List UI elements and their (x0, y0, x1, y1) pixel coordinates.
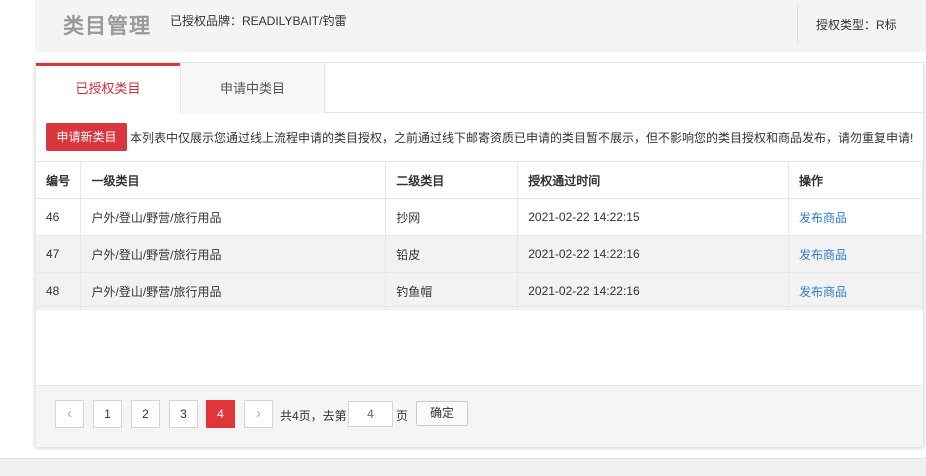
pagination: ‹ 1 2 3 4 › 共4页，去第 页 确定 (36, 385, 923, 447)
table-row: 47 户外/登山/野营/旅行用品 铅皮 2021-02-22 14:22:16 … (36, 235, 923, 273)
table-row: 46 户外/登山/野营/旅行用品 抄网 2021-02-22 14:22:15 … (36, 198, 923, 236)
cell-time: 2021-02-22 14:22:16 (517, 235, 790, 273)
cell-level2: 抄网 (385, 198, 519, 236)
tab-bar: 已授权类目 申请中类目 (36, 63, 923, 114)
tab-pending-categories[interactable]: 申请中类目 (180, 63, 325, 113)
prev-page-button[interactable]: ‹ (55, 400, 84, 428)
tab-authorized-categories[interactable]: 已授权类目 (36, 63, 180, 114)
publish-product-link[interactable]: 发布商品 (788, 198, 923, 236)
publish-product-link[interactable]: 发布商品 (788, 272, 923, 310)
cell-level1: 户外/登山/野营/旅行用品 (80, 235, 387, 273)
page-4-button[interactable]: 4 (206, 400, 235, 428)
header-divider (797, 6, 798, 42)
page-3-button[interactable]: 3 (169, 400, 198, 428)
cell-level1: 户外/登山/野营/旅行用品 (80, 198, 387, 236)
cell-time: 2021-02-22 14:22:15 (517, 198, 790, 236)
cell-level2: 铅皮 (385, 235, 519, 273)
bottom-strip (0, 458, 926, 476)
category-table: 编号 一级类目 二级类目 授权通过时间 操作 46 户外/登山/野营/旅行用品 … (36, 161, 923, 310)
authorization-type: 授权类型：R标 (816, 18, 897, 32)
column-header-level2: 二级类目 (385, 161, 519, 199)
column-header-time: 授权通过时间 (517, 161, 790, 199)
cell-id: 46 (36, 198, 82, 236)
total-pages-text: 共4页，去第 (280, 409, 347, 423)
cell-time: 2021-02-22 14:22:16 (517, 272, 790, 310)
page-suffix-text: 页 (396, 409, 409, 423)
page-2-button[interactable]: 2 (131, 400, 160, 428)
next-page-button[interactable]: › (244, 400, 273, 428)
apply-new-category-button[interactable]: 申请新类目 (46, 123, 127, 151)
page-1-button[interactable]: 1 (93, 400, 122, 428)
authorized-brand: 已授权品牌：READILYBAIT/钓雷 (170, 14, 347, 28)
table-empty-area (36, 306, 923, 385)
column-header-action: 操作 (788, 161, 923, 199)
notice-text: 本列表中仅展示您通过线上流程申请的类目授权，之前通过线下邮寄资质已申请的类目暂不… (130, 131, 914, 145)
cell-level1: 户外/登山/野营/旅行用品 (80, 272, 387, 310)
category-card: 已授权类目 申请中类目 申请新类目 本列表中仅展示您通过线上流程申请的类目授权，… (35, 62, 924, 447)
cell-id: 48 (36, 272, 82, 310)
page-title: 类目管理 (63, 14, 151, 38)
goto-page-input[interactable] (348, 401, 393, 427)
confirm-goto-button[interactable]: 确定 (416, 401, 468, 426)
cell-id: 47 (36, 235, 82, 273)
column-header-level1: 一级类目 (80, 161, 387, 199)
table-row: 48 户外/登山/野营/旅行用品 钓鱼帽 2021-02-22 14:22:16… (36, 272, 923, 310)
cell-level2: 钓鱼帽 (385, 272, 519, 310)
column-header-id: 编号 (36, 161, 82, 199)
page-header: 类目管理 已授权品牌：READILYBAIT/钓雷 授权类型：R标 (35, 0, 926, 52)
publish-product-link[interactable]: 发布商品 (788, 235, 923, 273)
notice-row: 申请新类目 本列表中仅展示您通过线上流程申请的类目授权，之前通过线下邮寄资质已申… (36, 113, 923, 161)
table-header-row: 编号 一级类目 二级类目 授权通过时间 操作 (36, 161, 923, 199)
